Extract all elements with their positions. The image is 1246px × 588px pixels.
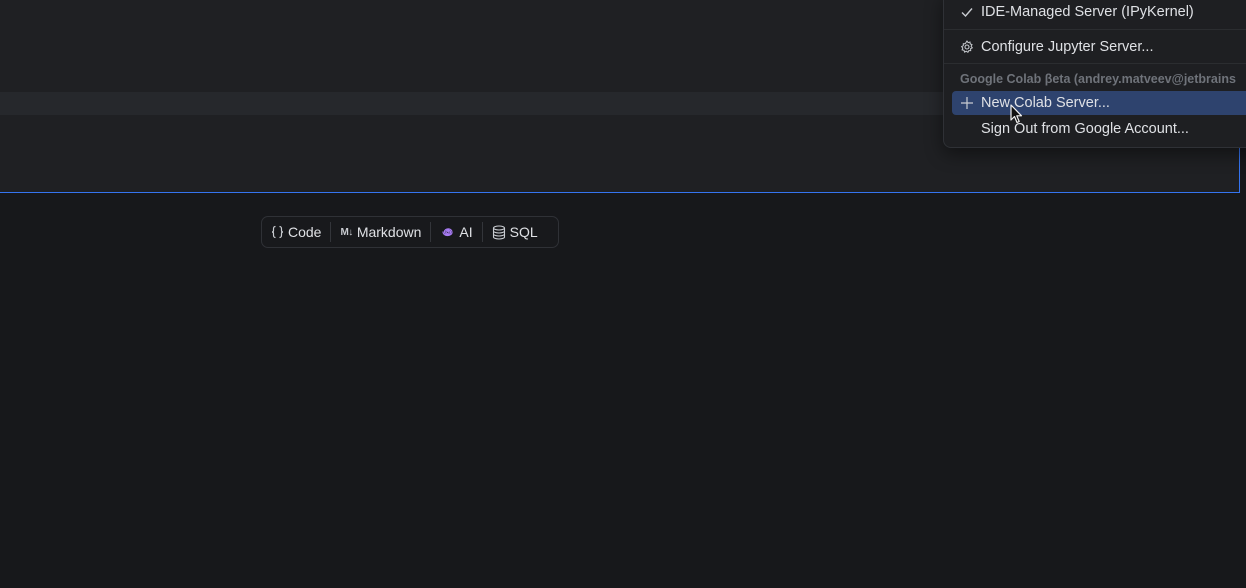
ide-managed-server-item[interactable]: IDE-Managed Server (IPyKernel) (952, 0, 1246, 24)
markdown-icon: M↓ (340, 226, 353, 238)
ai-spiral-icon (440, 225, 455, 239)
add-ai-cell-button[interactable]: AI (431, 217, 481, 247)
google-colab-section-header: Google Colab βeta (andrey.matveev@jetbra… (960, 72, 1236, 86)
checkmark-icon (960, 5, 974, 19)
add-code-cell-button[interactable]: Code (262, 217, 330, 247)
plus-icon (960, 96, 974, 110)
notebook-editor: Code M↓ Markdown AI SQL IDE-Managed Serv… (0, 0, 1246, 588)
add-cell-toolbar: Code M↓ Markdown AI SQL (261, 216, 559, 248)
new-colab-server-label: New Colab Server... (981, 95, 1110, 111)
popup-divider (944, 63, 1246, 64)
markdown-label: Markdown (356, 224, 422, 240)
database-icon (492, 224, 506, 240)
ai-label: AI (459, 224, 473, 240)
ide-managed-server-label: IDE-Managed Server (IPyKernel) (981, 4, 1194, 20)
jupyter-server-popup: IDE-Managed Server (IPyKernel) Configure… (943, 0, 1246, 148)
sql-label: SQL (509, 224, 538, 240)
gear-icon (960, 40, 974, 54)
code-label: Code (288, 224, 322, 240)
configure-jupyter-server-item[interactable]: Configure Jupyter Server... (952, 35, 1246, 59)
popup-divider (944, 29, 1246, 30)
add-markdown-cell-button[interactable]: M↓ Markdown (331, 217, 430, 247)
configure-jupyter-server-label: Configure Jupyter Server... (981, 39, 1154, 55)
sign-out-google-item[interactable]: Sign Out from Google Account... (952, 117, 1246, 141)
add-sql-cell-button[interactable]: SQL (483, 217, 547, 247)
new-colab-server-item[interactable]: New Colab Server... (952, 91, 1246, 115)
mouse-pointer-icon (1010, 104, 1023, 124)
code-braces-icon (271, 225, 284, 239)
